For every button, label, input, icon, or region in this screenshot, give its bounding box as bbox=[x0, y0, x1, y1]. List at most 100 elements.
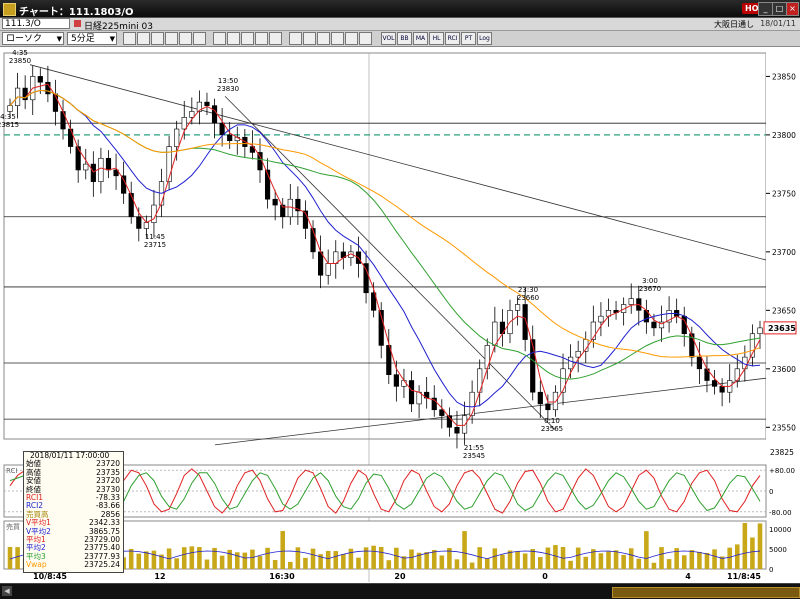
cursor-icon[interactable] bbox=[359, 32, 372, 45]
info-icon[interactable] bbox=[74, 20, 81, 27]
price-tick-label: 23850 bbox=[772, 72, 796, 81]
chart-area[interactable]: 4:35238504:352381513:502383011:452371523… bbox=[0, 47, 800, 598]
price-tick-label: 23800 bbox=[772, 131, 796, 140]
annotation-time: 4:35 bbox=[12, 49, 28, 57]
candle-body bbox=[461, 415, 468, 434]
annotation-time: 4:35 bbox=[0, 113, 16, 121]
symbol-input[interactable]: 111.3/O bbox=[2, 18, 70, 29]
maximize-button[interactable]: □ bbox=[772, 2, 787, 16]
candle-body bbox=[696, 356, 702, 370]
volume-bar bbox=[628, 548, 634, 569]
candle-body bbox=[757, 327, 763, 335]
volume-bar bbox=[553, 545, 558, 569]
indicator-hl-button[interactable]: HL bbox=[429, 32, 444, 45]
volume-panel-label: 売買 bbox=[6, 522, 20, 531]
channel-icon[interactable] bbox=[289, 32, 302, 45]
candle-body bbox=[719, 386, 725, 393]
price-tick-label: 23600 bbox=[772, 365, 796, 374]
annotation-price: 23850 bbox=[9, 57, 31, 65]
price-tick-label: 23550 bbox=[772, 423, 796, 432]
volume-bar bbox=[666, 559, 672, 569]
candle-body bbox=[711, 380, 718, 387]
zoom-in-icon[interactable] bbox=[123, 32, 136, 45]
annotation-price: 23545 bbox=[463, 452, 485, 460]
minimize-button[interactable]: _ bbox=[758, 2, 773, 16]
price-tick-label: 23750 bbox=[772, 189, 796, 198]
price-tick-label: 23650 bbox=[772, 306, 796, 315]
annotation-time: 0:10 bbox=[544, 417, 560, 425]
volume-bar bbox=[242, 552, 248, 569]
volume-bar bbox=[757, 523, 763, 569]
time-scrollbar[interactable]: ◀ bbox=[0, 583, 800, 599]
scroll-thumb[interactable] bbox=[612, 587, 800, 598]
x-tick-label: 11/8:45 bbox=[727, 572, 761, 581]
volume-bar bbox=[151, 550, 157, 569]
volume-bar bbox=[500, 554, 505, 569]
candle-body bbox=[628, 298, 634, 305]
candle-body bbox=[219, 122, 225, 136]
volume-bar bbox=[310, 548, 316, 569]
volume-bar bbox=[469, 562, 475, 569]
color-icon[interactable] bbox=[331, 32, 344, 45]
volume-bar bbox=[7, 547, 13, 569]
data-window: 2018/01/11 17:00:00 始値 23720 高値 23735 安値 2372… bbox=[23, 451, 124, 573]
chevron-down-icon: ▼ bbox=[109, 35, 115, 43]
scroll-icon[interactable] bbox=[151, 32, 164, 45]
volume-bar bbox=[727, 547, 732, 569]
settings-icon[interactable] bbox=[165, 32, 178, 45]
volume-bar bbox=[189, 546, 195, 569]
indicator-bb-button[interactable]: BB bbox=[397, 32, 412, 45]
copy-icon[interactable] bbox=[213, 32, 226, 45]
volume-bar bbox=[697, 551, 702, 569]
volume-bar bbox=[484, 558, 490, 569]
price-tick-label: 23700 bbox=[772, 248, 796, 257]
volume-bar bbox=[174, 558, 179, 569]
text-icon[interactable] bbox=[241, 32, 254, 45]
indicator-icon[interactable] bbox=[179, 32, 192, 45]
zoom-out-icon[interactable] bbox=[137, 32, 150, 45]
delete-icon[interactable] bbox=[345, 32, 358, 45]
indicator-rci-button[interactable]: RCI bbox=[445, 32, 460, 45]
volume-bar bbox=[742, 523, 748, 569]
candle-body bbox=[651, 321, 657, 329]
draw-icon[interactable] bbox=[317, 32, 330, 45]
indicator-log-button[interactable]: Log bbox=[477, 32, 492, 45]
data-window-key: Vwap bbox=[26, 560, 47, 570]
candle-body bbox=[68, 128, 74, 147]
window-titlebar[interactable]: チャート：111.1803/O HOT _ □ × bbox=[0, 0, 800, 18]
candle-body bbox=[545, 403, 551, 411]
candle-body bbox=[83, 163, 89, 171]
interval-select[interactable]: 5分足 ▼ bbox=[67, 32, 117, 45]
candle-body bbox=[560, 368, 566, 393]
candle-body bbox=[401, 380, 407, 387]
candle-body bbox=[325, 263, 331, 276]
all-icon[interactable] bbox=[303, 32, 316, 45]
volume-bar bbox=[636, 558, 642, 569]
indicator-pt-button[interactable]: PT bbox=[461, 32, 476, 45]
scroll-left-icon[interactable]: ◀ bbox=[2, 586, 12, 596]
exchange-label: 大阪日通し bbox=[714, 20, 754, 29]
erase-icon[interactable] bbox=[255, 32, 268, 45]
volume-bar bbox=[394, 547, 399, 569]
x-tick-label: 20 bbox=[394, 572, 406, 581]
volume-bar bbox=[492, 548, 498, 569]
candle-body bbox=[363, 263, 369, 294]
volume-tick-label: 10000 bbox=[769, 526, 791, 534]
volume-bar bbox=[219, 555, 225, 569]
volume-bar bbox=[409, 549, 414, 569]
indicator-ma-button[interactable]: MA bbox=[413, 32, 428, 45]
candle-body bbox=[393, 374, 399, 387]
print-icon[interactable] bbox=[193, 32, 206, 45]
indicator-vol-button[interactable]: VOL bbox=[381, 32, 396, 45]
symbol-infobar: 111.3/O 日経225mini 03 大阪日通し 18/01/11 bbox=[0, 18, 800, 32]
line-icon[interactable] bbox=[227, 32, 240, 45]
candle-body bbox=[204, 101, 210, 106]
close-button[interactable]: × bbox=[786, 2, 799, 16]
volume-bar bbox=[750, 537, 755, 569]
volume-bar bbox=[651, 562, 657, 569]
candle-body bbox=[211, 105, 218, 124]
fib-icon[interactable] bbox=[269, 32, 282, 45]
data-window-value: 23725.24 bbox=[84, 560, 120, 570]
chart-type-select[interactable]: ローソク ▼ bbox=[2, 32, 64, 45]
volume-bar bbox=[363, 547, 369, 569]
